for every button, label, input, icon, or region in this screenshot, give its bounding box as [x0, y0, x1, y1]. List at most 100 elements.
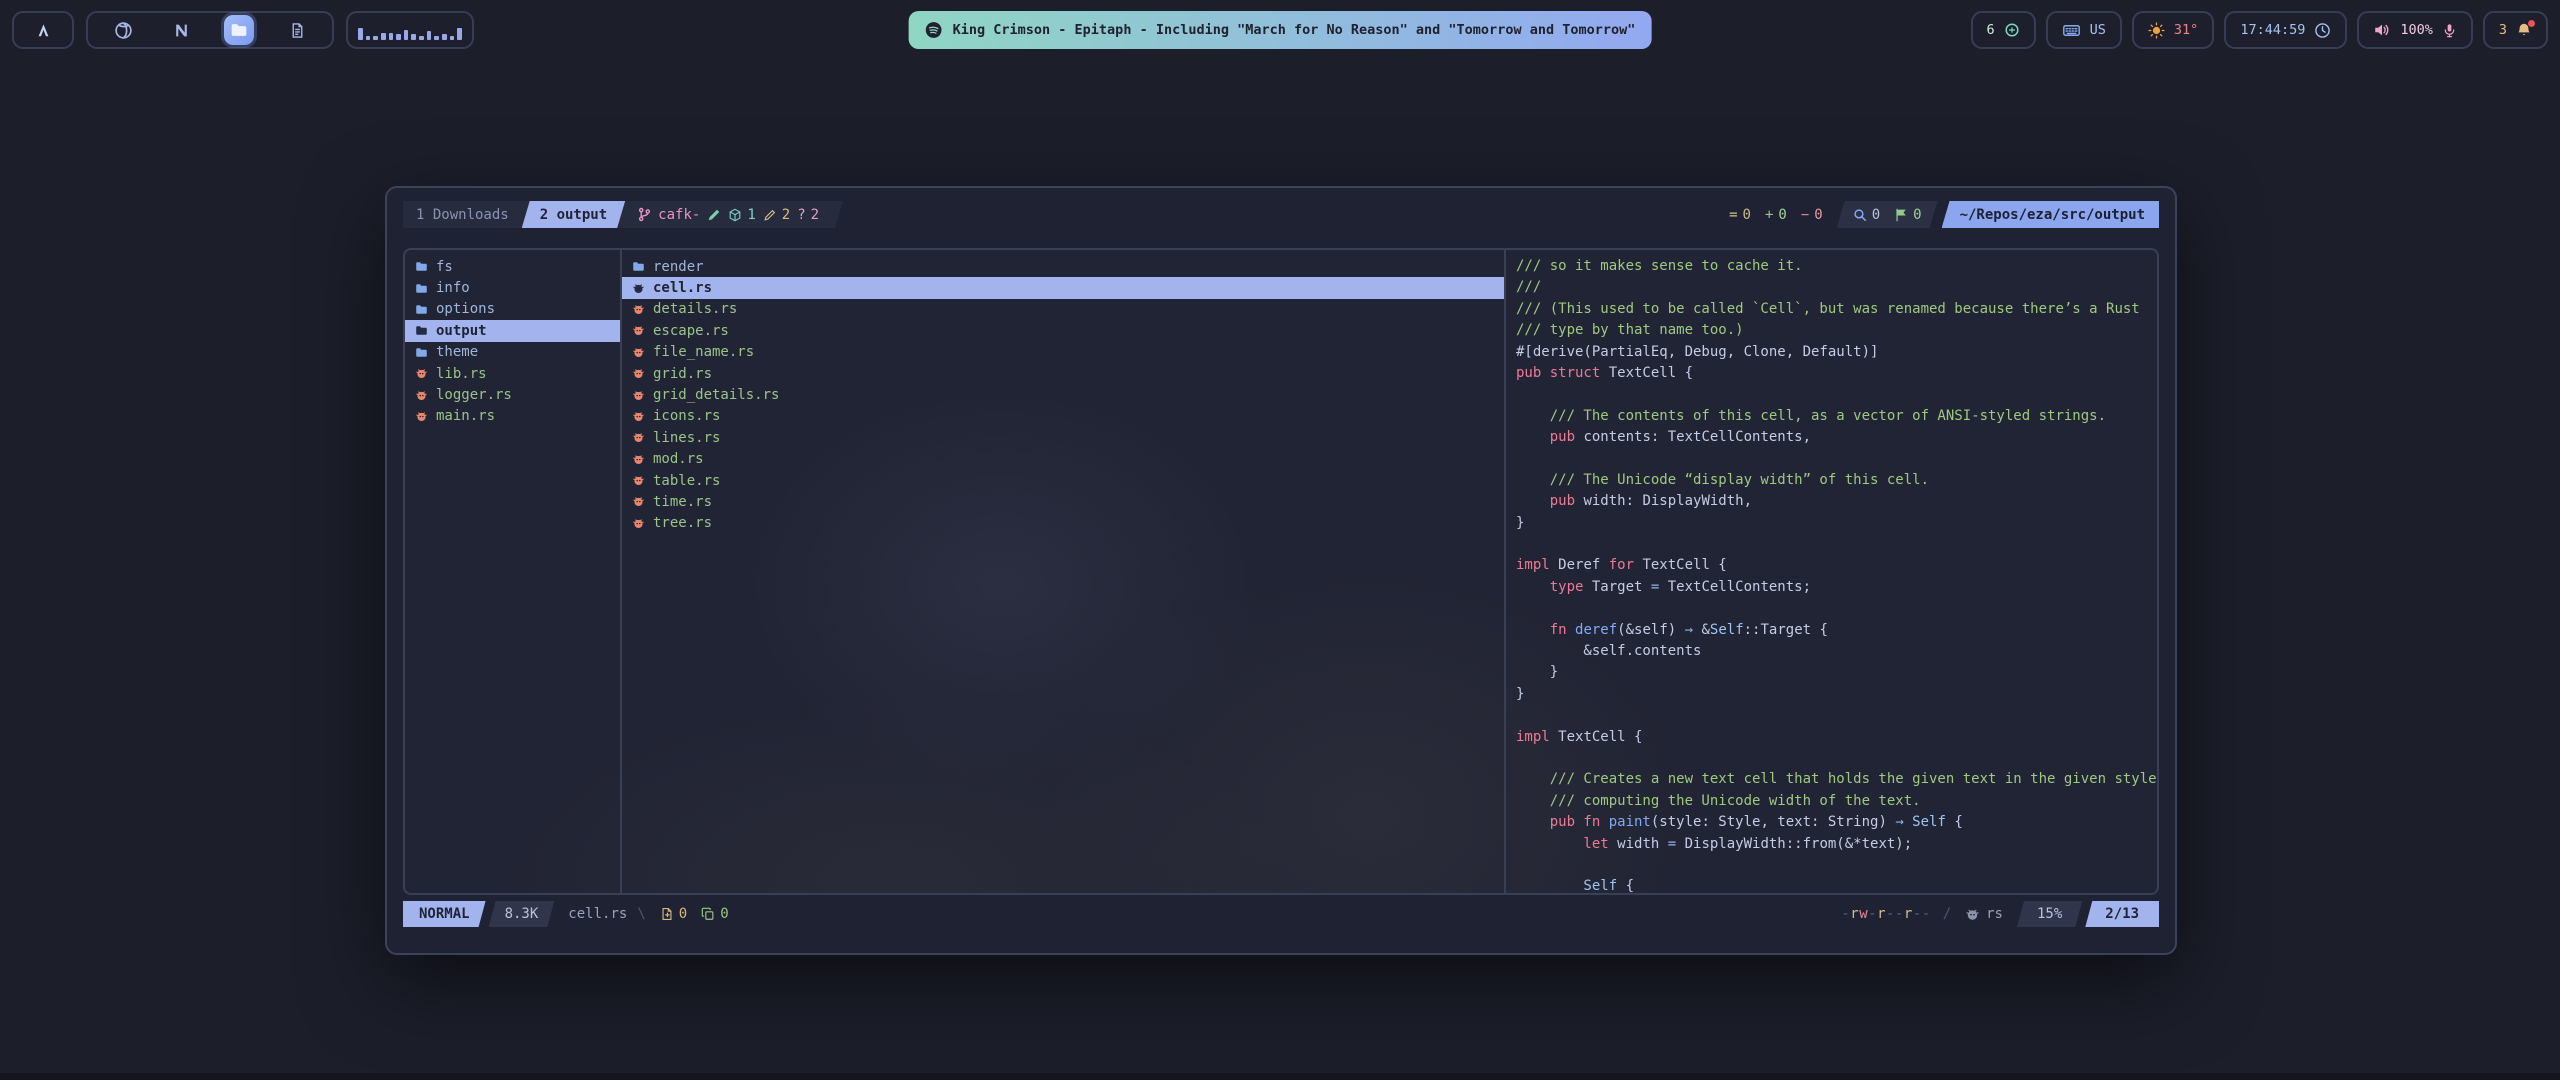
tab-output[interactable]: 2 output	[522, 201, 625, 228]
branch-dirty-pencil-icon	[707, 208, 721, 222]
rust-file-icon	[632, 303, 645, 316]
folder-icon	[415, 346, 428, 359]
file-row[interactable]: details.rs	[622, 299, 1504, 320]
rust-file-icon	[415, 410, 428, 423]
pencil-icon	[763, 208, 777, 222]
code-line	[1516, 598, 2157, 619]
keyboard-layout-widget[interactable]: US	[2046, 11, 2122, 49]
rust-file-icon	[632, 453, 645, 466]
file-row[interactable]: render	[622, 256, 1504, 277]
file-row[interactable]: lib.rs	[405, 363, 620, 384]
file-row[interactable]: escape.rs	[622, 320, 1504, 341]
folder-icon	[415, 324, 428, 337]
visualizer-bar	[366, 36, 371, 40]
file-row[interactable]: logger.rs	[405, 384, 620, 405]
clock-icon	[2314, 22, 2331, 39]
flag-status: 0	[1894, 207, 1921, 223]
file-row[interactable]: output	[405, 320, 620, 341]
neovim-app-icon[interactable]	[166, 15, 196, 45]
preview-pane[interactable]: /// so it makes sense to cache it.//////…	[1506, 250, 2157, 893]
current-pane[interactable]: render cell.rs details.rs escape.rs file_nam…	[622, 250, 1506, 893]
neovim-icon	[173, 22, 190, 39]
file-row[interactable]: grid_details.rs	[622, 384, 1504, 405]
arrow-up-icon	[35, 22, 52, 39]
file-row[interactable]: grid.rs	[622, 363, 1504, 384]
file-row[interactable]: theme	[405, 342, 620, 363]
now-playing-widget[interactable]: King Crimson - Epitaph - Including "Marc…	[909, 11, 1652, 49]
git-untracked-count: 2	[811, 207, 819, 223]
visualizer-bar	[381, 33, 386, 40]
file-name: details.rs	[653, 301, 737, 317]
file-name: icons.rs	[653, 408, 720, 424]
file-row[interactable]: cell.rs	[622, 277, 1504, 298]
rust-file-icon	[632, 389, 645, 402]
code-line	[1516, 449, 2157, 470]
file-row[interactable]: tree.rs	[622, 513, 1504, 534]
audio-widget[interactable]: 100%	[2357, 11, 2473, 49]
panes-container: fs info options output themelib.rslogger.rs m…	[403, 248, 2159, 895]
git-branch-name: cafk-	[658, 207, 700, 223]
file-name: main.rs	[436, 408, 495, 424]
file-name: escape.rs	[653, 323, 729, 339]
rust-file-icon	[632, 410, 645, 423]
rust-file-icon	[632, 517, 645, 530]
rust-file-icon	[632, 367, 645, 380]
file-row[interactable]: mod.rs	[622, 449, 1504, 470]
visualizer-bar	[404, 30, 409, 40]
find-segment: 0 0	[1837, 201, 1938, 228]
volume-level: 100%	[2400, 22, 2433, 38]
updates-count: 6	[1987, 22, 1995, 38]
file-name: table.rs	[653, 473, 720, 489]
spotify-icon	[925, 21, 943, 39]
status-bar: NORMAL 8.3K cell.rs \ 0 0	[403, 901, 2159, 927]
visualizer-bar	[427, 31, 432, 40]
file-extension: rs	[1986, 906, 2003, 922]
clock-widget[interactable]: 17:44:59	[2224, 11, 2347, 49]
file-row[interactable]: icons.rs	[622, 406, 1504, 427]
file-row[interactable]: lines.rs	[622, 427, 1504, 448]
visualizer-bar	[411, 34, 416, 40]
question-icon: ?	[797, 207, 805, 223]
code-line	[1516, 384, 2157, 405]
code-line: fn deref(&self) → &Self::Target {	[1516, 620, 2157, 641]
code-line: /// The Unicode “display width” of this …	[1516, 470, 2157, 491]
file-name: render	[653, 259, 704, 275]
mode-indicator: NORMAL	[403, 901, 486, 927]
visualizer-bar	[457, 28, 462, 40]
tab-downloads[interactable]: 1 Downloads	[403, 201, 522, 228]
parent-pane[interactable]: fs info options output themelib.rslogger.rs m…	[405, 250, 622, 893]
code-line: /// type by that name too.)	[1516, 320, 2157, 341]
rust-file-icon	[632, 495, 645, 508]
updates-widget[interactable]: 6	[1971, 11, 2036, 49]
task-counts: 0 0	[660, 901, 729, 927]
text-editor-app-icon[interactable]	[282, 15, 312, 45]
file-row[interactable]: info	[405, 277, 620, 298]
file-name: time.rs	[653, 494, 712, 510]
breadcrumb-path[interactable]: ~/Repos/eza/src/output	[1942, 201, 2159, 228]
browser-app-icon[interactable]	[108, 15, 138, 45]
rust-file-icon	[632, 282, 645, 295]
diff-equal: =0	[1729, 207, 1751, 223]
file-row[interactable]: main.rs	[405, 406, 620, 427]
file-size: 8.3K	[489, 901, 555, 927]
rust-file-icon	[632, 474, 645, 487]
code-line	[1516, 748, 2157, 769]
weather-widget[interactable]: 31°	[2132, 11, 2214, 49]
file-manager-app-icon[interactable]	[224, 15, 254, 45]
file-name: info	[436, 280, 470, 296]
created-count: 0	[679, 906, 687, 922]
code-line: }	[1516, 684, 2157, 705]
rust-file-icon	[415, 367, 428, 380]
notifications-widget[interactable]: 3	[2483, 11, 2548, 49]
file-row[interactable]: options	[405, 299, 620, 320]
file-name: output	[436, 323, 487, 339]
code-line: /// The contents of this cell, as a vect…	[1516, 406, 2157, 427]
file-row[interactable]: table.rs	[622, 470, 1504, 491]
file-row[interactable]: time.rs	[622, 491, 1504, 512]
file-type: rs	[1965, 906, 2003, 922]
file-row[interactable]: fs	[405, 256, 620, 277]
code-line: impl TextCell {	[1516, 727, 2157, 748]
current-file: cell.rs \	[554, 901, 659, 927]
launcher-button[interactable]	[12, 11, 74, 49]
file-row[interactable]: file_name.rs	[622, 342, 1504, 363]
